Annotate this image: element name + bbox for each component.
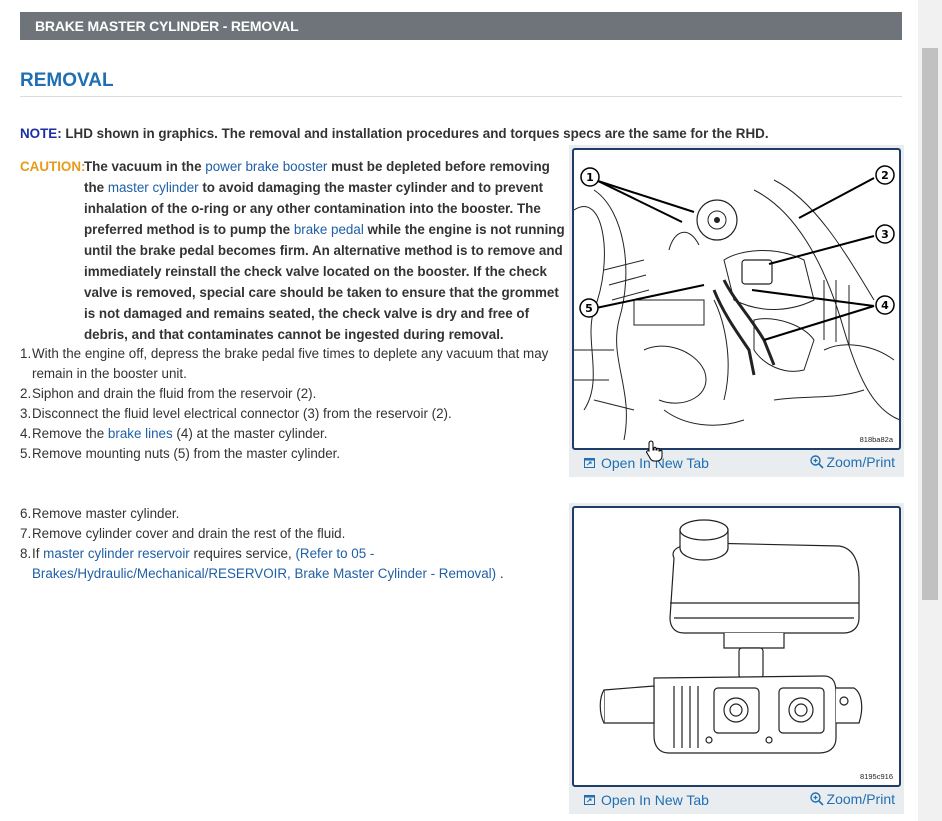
zoom-in-icon (809, 455, 824, 469)
brake-pedal-link[interactable]: brake pedal (294, 222, 364, 237)
callout-2: 2 (881, 169, 889, 182)
callout-5: 5 (585, 302, 593, 315)
step-number: 2. (20, 386, 32, 401)
step-item: 5. Remove mounting nuts (5) from the mast… (20, 444, 560, 464)
zoom-print-link[interactable]: Zoom/Print (809, 791, 895, 807)
figure-image-frame[interactable]: 1 2 3 4 5 818ba82a (572, 148, 901, 450)
figure-id: 818ba82a (859, 435, 893, 444)
step-item: 1. With the engine off, depress the brake… (20, 344, 560, 384)
step-item: 3. Disconnect the fluid level electrical … (20, 404, 560, 424)
step-number: 6. (20, 506, 32, 521)
step-number: 5. (20, 446, 32, 461)
master-cylinder-illustration (599, 519, 863, 754)
figure-id: 8195c916 (860, 772, 893, 781)
step-item: 8. If master cylinder reservoir requires … (20, 544, 560, 584)
step-text: Remove cylinder cover and drain the rest… (32, 526, 346, 541)
step-text: With the engine off, depress the brake p… (32, 346, 549, 381)
note-paragraph: NOTE: LHD shown in graphics. The removal… (20, 126, 780, 141)
master-cylinder-link[interactable]: master cylinder (108, 180, 199, 195)
page-header-title: BRAKE MASTER CYLINDER - REMOVAL (35, 18, 299, 34)
caution-text: while the engine is not running until th… (84, 222, 565, 342)
page-header: BRAKE MASTER CYLINDER - REMOVAL (20, 12, 902, 40)
step-number: 4. (20, 426, 32, 441)
step-item: 2. Siphon and drain the fluid from the re… (20, 384, 560, 404)
step-text: . (496, 566, 504, 581)
step-text: requires service, (189, 546, 296, 561)
step-item: 7. Remove cylinder cover and drain the re… (20, 524, 560, 544)
step-text: Remove mounting nuts (5) from the master… (32, 446, 341, 461)
figure-links: Open In New Tab Zoom/Print (572, 787, 901, 813)
open-in-new-tab-label: Open In New Tab (601, 792, 709, 808)
caution-body: The vacuum in the power brake booster mu… (20, 156, 568, 345)
steps-list-1: 1. With the engine off, depress the brake… (20, 344, 560, 464)
section-title: REMOVAL (20, 70, 902, 97)
zoom-print-label: Zoom/Print (826, 791, 895, 807)
note-text: LHD shown in graphics. The removal and i… (61, 126, 769, 141)
callout-4: 4 (881, 299, 889, 312)
new-tab-icon (584, 795, 595, 805)
steps-list-2: 6. Remove master cylinder. 7. Remove cylin… (20, 504, 560, 584)
step-text: Siphon and drain the fluid from the rese… (32, 386, 317, 401)
step-item: 4. Remove the brake lines (4) at the mast… (20, 424, 560, 444)
zoom-print-label: Zoom/Print (826, 454, 895, 470)
step-number: 7. (20, 526, 32, 541)
step-number: 1. (20, 346, 32, 361)
note-label: NOTE: (20, 126, 62, 141)
caution-text: The vacuum in the (84, 159, 206, 174)
figure-master-cylinder-installed: 1 2 3 4 5 818ba82a Open In New Tab Zoom/… (569, 145, 904, 477)
callout-1: 1 (586, 171, 594, 184)
master-cylinder-reservoir-link[interactable]: master cylinder reservoir (43, 546, 190, 561)
power-brake-booster-link[interactable]: power brake booster (205, 159, 327, 174)
step-text: (4) at the master cylinder. (172, 426, 328, 441)
figure-links: Open In New Tab Zoom/Print (572, 450, 901, 476)
engine-bay-illustration: 1 2 3 4 5 (574, 165, 899, 441)
step-text: Disconnect the fluid level electrical co… (32, 406, 452, 421)
brake-lines-link[interactable]: brake lines (108, 426, 173, 441)
hand-cursor-icon (646, 440, 663, 462)
new-tab-icon (584, 458, 595, 468)
open-in-new-tab-link[interactable]: Open In New Tab (584, 792, 709, 808)
step-number: 8. (20, 546, 32, 561)
step-text: Remove the (32, 426, 108, 441)
step-text: If (32, 546, 44, 561)
step-text: Remove master cylinder. (32, 506, 180, 521)
caution-paragraph: CAUTION: The vacuum in the power brake b… (20, 156, 568, 345)
figure-master-cylinder: 8195c916 Open In New Tab Zoom/Print (569, 503, 904, 814)
scrollbar-thumb[interactable] (922, 48, 938, 600)
figure-image-frame[interactable]: 8195c916 (572, 506, 901, 787)
vertical-scrollbar[interactable] (918, 0, 942, 821)
zoom-print-link[interactable]: Zoom/Print (809, 454, 895, 470)
zoom-in-icon (809, 792, 824, 806)
callout-3: 3 (881, 228, 889, 241)
step-item: 6. Remove master cylinder. (20, 504, 560, 524)
step-number: 3. (20, 406, 32, 421)
caution-label: CAUTION: (20, 159, 86, 174)
